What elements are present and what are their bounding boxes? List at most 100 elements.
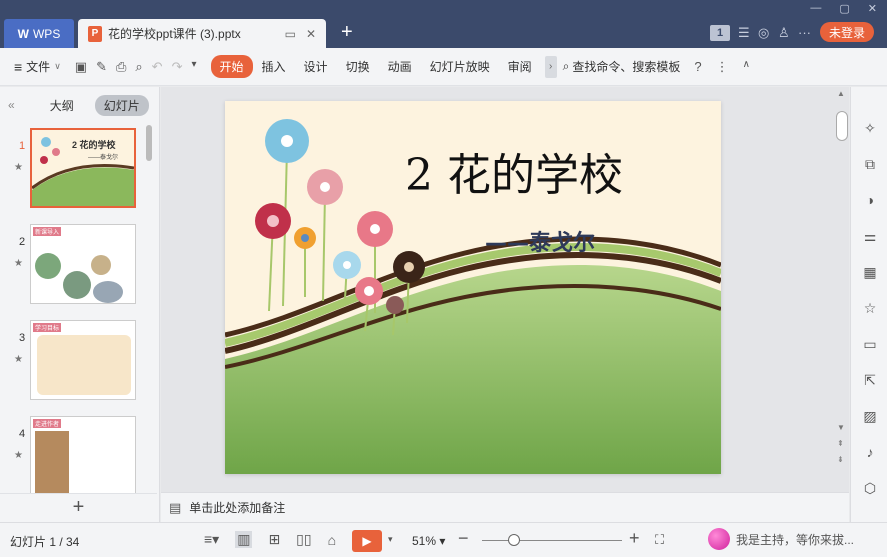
slide-thumbnail-item[interactable]: 2 ★ 新课导入 [0,224,150,308]
next-slide-icon[interactable]: ⇟ [837,455,844,464]
more-vertical-icon[interactable]: ⋮ [716,59,729,75]
slide-thumbnail-item[interactable]: 3 ★ 学习目标 [0,320,150,404]
slide-number: 1 [19,140,26,152]
search-icon: ⌕ [562,59,570,73]
normal-view-icon[interactable]: ▥ [235,531,253,548]
slide-thumbnail[interactable]: 学习目标 [30,320,136,400]
slide-sorter-icon[interactable]: ⊞ [268,531,280,548]
collapse-panel-icon[interactable]: « [8,98,15,112]
add-slide-button[interactable]: + [0,493,157,521]
slide-thumbnail[interactable]: 2 花的学校 ——泰戈尔 [30,128,136,208]
canvas-scrollbar[interactable]: ▲ ▼ ⇞ ⇟ [834,87,849,492]
quick-access-dropdown-icon[interactable]: ▾ [191,59,196,75]
notes-view-icon[interactable]: ⌂ [328,532,336,548]
image-icon[interactable]: ▨ [861,407,879,425]
wps-home-tab[interactable]: W WPS [4,19,74,48]
image-library-icon[interactable]: ▦ [861,263,879,281]
pptx-file-icon: P [88,25,102,42]
shield-icon[interactable]: ⬡ [861,479,879,497]
reading-view-icon[interactable]: ▯▯ [296,531,311,548]
wps-logo-icon: W [17,26,29,41]
print-preview-icon[interactable]: ⌕ [135,59,142,75]
collapse-ribbon-icon[interactable]: ∧ [743,59,750,75]
layout-icon[interactable]: ☰ [738,25,750,41]
close-tab-icon[interactable]: ✕ [306,27,316,41]
slide-navigator: « 大纲 幻灯片 1 ★ 2 花的学校 ——泰戈尔 2 ★ 新课导入 3 ★ 学… [0,87,160,522]
ribbon-tab-6[interactable]: 审阅 [499,58,541,75]
play-icon: ▶ [362,534,372,548]
ribbon-tab-4[interactable]: 动画 [379,58,421,75]
right-sidebar: ✧ ⧉ ◑ ⚌ ▦ ☆ ▭ ⇱ ▨ ♪ ⬡ [850,87,887,522]
thumb-subtitle: ——泰戈尔 [88,155,119,161]
watermark-text: 我是主持，等你来拔... [736,532,855,547]
fit-to-window-icon[interactable]: ⛶ [655,532,664,548]
zoom-slider[interactable] [482,540,622,541]
slide-subtitle[interactable]: ——泰戈尔 [485,225,595,257]
command-search[interactable]: ⌕ 查找命令、搜索模板 [563,58,681,75]
slide-thumbnail-item[interactable]: 1 ★ 2 花的学校 ——泰戈尔 [0,128,150,212]
slide-title[interactable]: 2 花的学校 [405,139,705,203]
document-tab[interactable]: P 花的学校ppt课件 (3).pptx ▭ ✕ [78,19,326,48]
slide-counter: 幻灯片 1 / 34 [10,535,80,549]
scroll-up-icon[interactable]: ▲ [837,89,845,98]
zoom-slider-knob[interactable] [508,534,520,546]
wps-tab-label: WPS [32,26,61,41]
ribbon-tab-2[interactable]: 设计 [295,58,337,75]
save-icon[interactable]: ▣ [75,59,87,75]
redo-icon[interactable]: ↷ [172,59,183,75]
copy-icon[interactable]: ⧉ [861,155,879,173]
skin-icon[interactable]: ◎ [758,25,769,41]
settings-sliders-icon[interactable]: ⚌ [861,227,879,245]
status-bar: 幻灯片 1 / 34 ≡▾ ▥ ⊞ ▯▯ ⌂ ▶ ▾ 51% ▾ − + ⛶ 我… [0,522,887,557]
zoom-out-button[interactable]: − [458,528,469,549]
shirt-icon[interactable]: ♙ [778,25,790,41]
slide-thumbnail-list: 1 ★ 2 花的学校 ——泰戈尔 2 ★ 新课导入 3 ★ 学习目标 4 ★ 走… [0,123,157,493]
new-tab-button[interactable]: + [341,22,353,42]
slide-thumbnail-item[interactable]: 4 ★ 走进作者 [0,416,150,493]
star-outline-icon[interactable]: ☆ [861,299,879,317]
more-dots-icon[interactable]: ··· [798,25,811,40]
zoom-level[interactable]: 51% ▾ [412,534,445,548]
zoom-in-button[interactable]: + [629,528,640,549]
tab-slides[interactable]: 幻灯片 [94,94,149,116]
ribbon-tab-1[interactable]: 插入 [253,58,295,75]
undo-icon[interactable]: ↶ [152,59,163,75]
login-button[interactable]: 未登录 [820,22,874,42]
ribbon-tab-5[interactable]: 幻灯片放映 [421,58,499,75]
file-menu-label: 文件 [26,60,51,74]
current-slide[interactable]: 2 花的学校 ——泰戈尔 [225,101,721,474]
print-icon[interactable]: ⎙ [116,59,126,75]
slide-thumbnail[interactable]: 走进作者 [30,416,136,493]
play-options-icon[interactable]: ▾ [388,534,393,545]
notes-pane[interactable]: ▤ 单击此处添加备注 [161,492,849,522]
watermark-ball-icon [708,528,730,550]
ribbon-more-icon[interactable]: › [544,55,557,78]
audio-icon[interactable]: ♪ [861,443,879,461]
view-menu-icon[interactable]: ≡▾ [204,531,219,548]
minimize-icon[interactable]: — [810,2,821,15]
ribbon-tab-0[interactable]: 开始 [210,55,253,78]
prev-slide-icon[interactable]: ⇞ [837,439,844,448]
thumb-label: 新课导入 [33,227,62,236]
tab-outline[interactable]: 大纲 [41,95,83,116]
shapes-icon[interactable]: ◑ [861,191,879,209]
thumbnail-scrollbar[interactable] [146,125,152,161]
slide-number: 2 [19,236,26,248]
help-icon[interactable]: ? [694,59,701,75]
ribbon-tab-3[interactable]: 切换 [337,58,379,75]
chevron-down-icon: ∨ [54,61,61,71]
file-menu-button[interactable]: ≡ 文件 ∨ [14,58,61,75]
slide-thumbnail[interactable]: 新课导入 [30,224,136,304]
magic-icon[interactable]: ✧ [861,119,879,137]
archive-icon[interactable]: ▭ [861,335,879,353]
canvas-scroll-thumb[interactable] [836,111,848,141]
play-slideshow-button[interactable]: ▶ [352,530,382,552]
star-icon: ★ [14,162,23,173]
share-icon[interactable]: ⇱ [861,371,879,389]
maximize-icon[interactable]: ▢ [839,2,849,15]
scroll-down-small-icon[interactable]: ▼ [837,423,845,432]
close-window-icon[interactable]: ✕ [868,2,877,15]
window-count-badge[interactable]: 1 [710,25,730,41]
screen-icon[interactable]: ▭ [285,27,296,41]
format-painter-icon[interactable]: ✎ [96,59,107,75]
